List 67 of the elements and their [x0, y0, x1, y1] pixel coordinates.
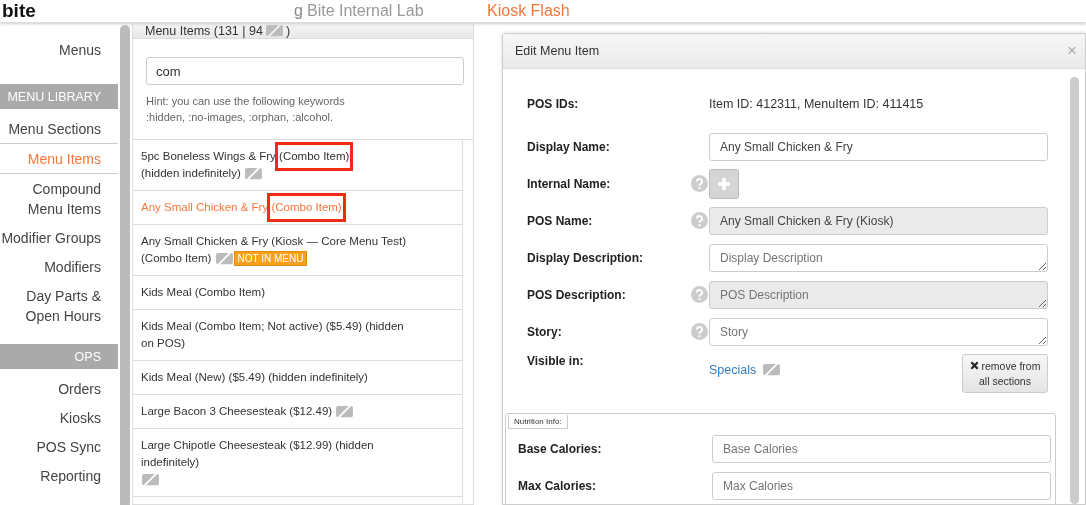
list-item[interactable]: Kids Meal (New) ($5.49) (hidden indefinitely)	[133, 361, 462, 395]
list-item[interactable]: Large Chipotle Cheesesteak ($12.99) (hidden indefinitely)	[133, 429, 462, 497]
text-area[interactable]: Display Description	[709, 243, 1048, 272]
panel-legend: Nutrition Info:	[508, 415, 568, 429]
sidebar-heading: MENU LIBRARY	[0, 84, 118, 109]
logo: bite	[2, 0, 37, 22]
help-icon[interactable]	[691, 175, 708, 192]
sidebar-item[interactable]: Modifiers	[0, 252, 118, 281]
sidebar-item[interactable]: Orders	[0, 374, 118, 403]
input-field[interactable]: Any Small Chicken & Fry	[709, 132, 1048, 161]
item-text: (hidden indefinitely)	[141, 166, 241, 181]
add-button[interactable]	[709, 168, 739, 199]
sidebar-heading: OPS	[0, 344, 118, 369]
list-item[interactable]: Any Small Chicken & Fry (Kiosk — Core Menu Test) (Combo Item) NOT IN MENU	[133, 225, 462, 276]
list-item[interactable]: Kids Meal (Combo Item; Not active) ($5.49) (hidden on POS)	[133, 310, 462, 361]
sidebar-item[interactable]: Compound Menu Items	[0, 174, 118, 223]
highlight-box: (Combo Item)	[275, 142, 354, 171]
pos-ids: Item ID: 412311, MenuItem ID: 411415	[709, 96, 924, 111]
input-field[interactable]: Base Calories	[712, 434, 1051, 463]
sidebar-item[interactable]: Menu Sections	[0, 114, 118, 144]
sidebar-item[interactable]: Modifier Groups	[0, 223, 118, 252]
text-area[interactable]: Story	[709, 317, 1048, 346]
hidden-icon	[264, 23, 284, 38]
list-item[interactable]: 5pc Boneless Wings & Fry (Combo Item) (hidden indefinitely)	[133, 140, 462, 191]
field-label: Internal Name:	[527, 176, 612, 191]
section-link[interactable]: Specials	[709, 362, 757, 377]
dialog-title: Edit Menu Item	[515, 44, 600, 58]
list-item[interactable]: Kids Meal (Combo Item)	[133, 276, 462, 310]
nav-link[interactable]: g	[162, 1, 303, 21]
field-label: POS Name:	[527, 213, 594, 228]
item-text: 5pc Boneless Wings & Fry	[141, 149, 276, 164]
field-label: POS Description:	[527, 287, 627, 302]
list-item[interactable]: Large Bacon 3 Cheesesteak ($12.49)	[133, 395, 462, 429]
sidebar-item[interactable]: Kiosks	[0, 403, 118, 432]
item-text: Kids Meal (Combo Item; Not active) ($5.49) (hidden on POS)	[141, 319, 405, 351]
hint-text: Hint: you can use the following keywords :hidden, :no-images, :orphan, :alcohol.	[146, 94, 346, 125]
remove-button[interactable]: remove from all sections	[962, 354, 1048, 393]
panel-title: Menu Items (131 | 94	[145, 23, 263, 38]
scrollbar[interactable]	[1070, 77, 1079, 504]
sidebar-item[interactable]: Menus	[0, 35, 118, 64]
status-badge: NOT IN MENU	[233, 251, 308, 266]
field-label: POS IDs:	[527, 96, 580, 111]
item-text: Kids Meal (New) ($5.49) (hidden indefinitely)	[141, 370, 368, 385]
item-text: Any Small Chicken & Fry (Kiosk — Core Menu Test)	[141, 234, 406, 249]
help-icon[interactable]	[691, 323, 708, 340]
field-label: Base Calories:	[518, 441, 603, 456]
plus-icon	[717, 176, 731, 191]
item-text: Any Small Chicken & Fry	[141, 200, 269, 215]
input-field[interactable]: Max Calories	[712, 471, 1051, 500]
close-icon	[969, 360, 979, 370]
item-text: Kids Meal (Combo Item)	[141, 285, 265, 300]
field-label: Visible in:	[527, 354, 585, 368]
field-label: Story:	[527, 324, 563, 339]
hidden-icon	[762, 362, 782, 377]
field-label: Display Description:	[527, 250, 645, 265]
panel-title-end: )	[285, 23, 291, 38]
item-text: (Combo Item)	[141, 251, 212, 266]
field-label: Max Calories:	[518, 478, 598, 493]
sidebar-item[interactable]: Reporting	[0, 461, 118, 490]
sidebar-item[interactable]: POS Sync	[0, 432, 118, 461]
sidebar-item[interactable]: Day Parts & Open Hours	[0, 281, 118, 330]
field-label: Display Name:	[527, 139, 611, 154]
search-field[interactable]: com	[146, 57, 464, 85]
scrollbar[interactable]	[120, 25, 130, 505]
item-text: Large Chipotle Cheesesteak ($12.99) (hidden indefinitely)	[141, 438, 375, 470]
item-text: Large Bacon 3 Cheesesteak ($12.49)	[141, 404, 333, 419]
highlight-box: (Combo Item)	[267, 193, 346, 222]
